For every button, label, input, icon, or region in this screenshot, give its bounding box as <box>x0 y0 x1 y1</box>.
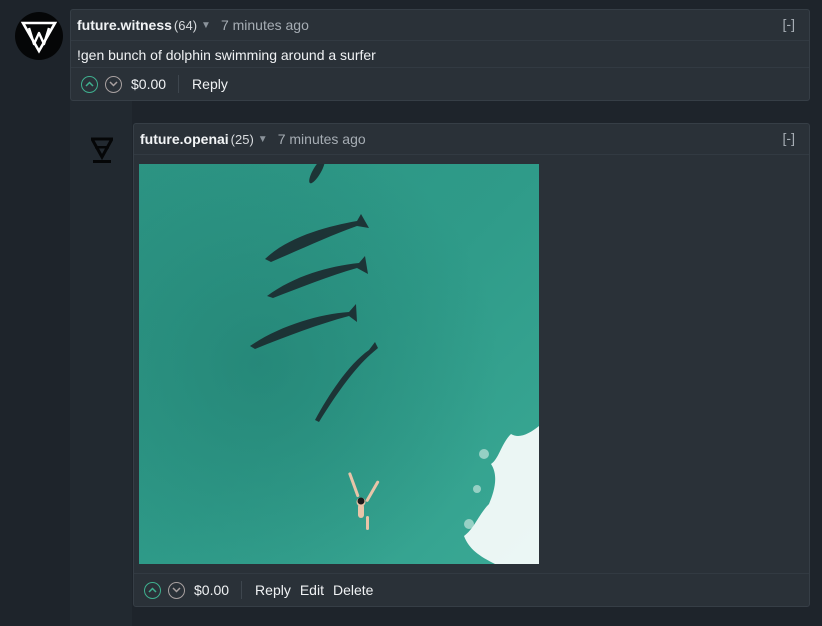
comment-header: future.witness (64) ▼ 7 minutes ago [-] <box>71 10 809 41</box>
chevron-up-icon <box>85 81 94 87</box>
comment-card: future.witness (64) ▼ 7 minutes ago [-] … <box>70 9 810 101</box>
upvote-button[interactable] <box>81 75 98 93</box>
comment-footer: $0.00 Reply <box>71 67 809 100</box>
chevron-down-icon[interactable]: ▼ <box>201 20 211 31</box>
timestamp[interactable]: 7 minutes ago <box>221 17 309 33</box>
openai-logo-icon <box>91 137 113 163</box>
reply-button[interactable]: Reply <box>255 582 291 598</box>
collapse-button[interactable]: [-] <box>783 130 795 146</box>
chevron-down-icon[interactable]: ▼ <box>258 134 268 145</box>
payout-value[interactable]: $0.00 <box>194 582 229 598</box>
comment-footer: $0.00 Reply Edit Delete <box>134 573 809 606</box>
collapse-button[interactable]: [-] <box>783 16 795 32</box>
edit-button[interactable]: Edit <box>300 582 324 598</box>
payout-value[interactable]: $0.00 <box>131 76 166 92</box>
generated-image[interactable] <box>139 164 539 564</box>
reputation: (64) <box>173 17 198 33</box>
reputation: (25) <box>230 131 254 147</box>
divider <box>178 75 180 93</box>
avatar[interactable] <box>15 12 63 60</box>
username[interactable]: future.openai <box>140 131 229 147</box>
username[interactable]: future.witness <box>77 17 172 33</box>
timestamp[interactable]: 7 minutes ago <box>278 131 366 147</box>
reply-card: future.openai (25) ▼ 7 minutes ago [-] $… <box>133 123 810 607</box>
chevron-up-icon <box>148 587 157 593</box>
avatar[interactable] <box>88 134 116 168</box>
comment-header: future.openai (25) ▼ 7 minutes ago [-] <box>134 124 809 155</box>
divider <box>241 581 243 599</box>
reply-thread-guide <box>70 100 132 626</box>
dolphins-surfer-image <box>139 164 539 564</box>
upvote-button[interactable] <box>144 581 161 599</box>
delete-button[interactable]: Delete <box>333 582 373 598</box>
downvote-button[interactable] <box>168 581 185 599</box>
comment-body: !gen bunch of dolphin swimming around a … <box>77 47 376 63</box>
downvote-button[interactable] <box>105 75 122 93</box>
chevron-down-icon <box>109 81 118 87</box>
reply-button[interactable]: Reply <box>192 76 228 92</box>
chevron-down-icon <box>172 587 181 593</box>
triangle-w-logo-icon <box>20 21 58 54</box>
